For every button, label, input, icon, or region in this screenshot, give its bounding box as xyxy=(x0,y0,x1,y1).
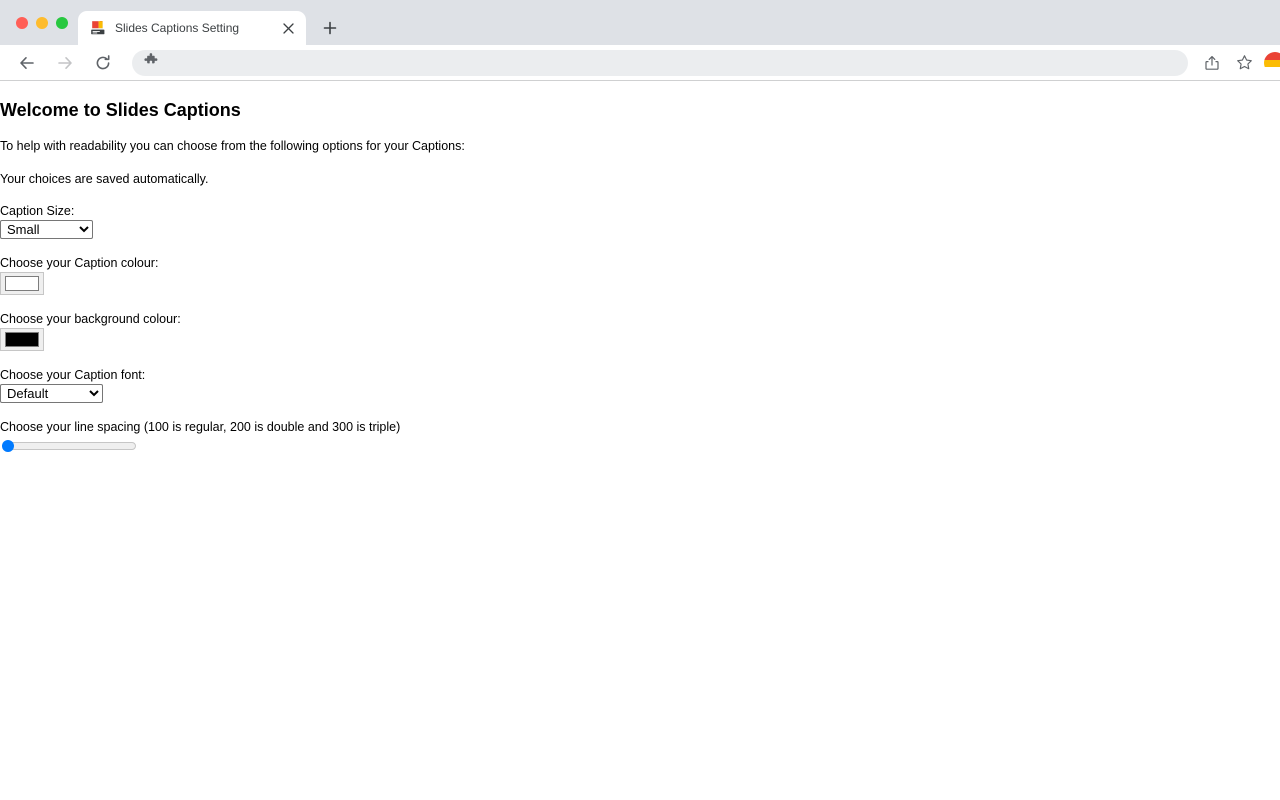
page-title: Welcome to Slides Captions xyxy=(0,100,241,120)
caption-font-select[interactable]: Default Serif Sans Serif Monospace xyxy=(0,384,103,403)
line-spacing-slider-track xyxy=(7,442,136,450)
line-spacing-label: Choose your line spacing (100 is regular… xyxy=(0,420,401,434)
tab-strip: Slides Captions Setting xyxy=(0,0,1280,45)
window-maximize-button[interactable] xyxy=(56,16,68,29)
slides-captions-favicon xyxy=(90,20,106,36)
profile-avatar[interactable] xyxy=(1264,51,1280,74)
puzzle-piece-icon xyxy=(144,53,158,72)
tab-close-icon[interactable] xyxy=(278,18,298,38)
page-content: Welcome to Slides Captions To help with … xyxy=(0,81,1280,800)
tab-title: Slides Captions Setting xyxy=(115,21,240,35)
window-controls xyxy=(0,0,78,45)
caption-font-label: Choose your Caption font: xyxy=(0,368,146,382)
window-close-button[interactable] xyxy=(16,16,28,29)
window-minimize-button[interactable] xyxy=(36,16,48,29)
line-spacing-slider-thumb[interactable] xyxy=(2,440,14,452)
reload-button[interactable] xyxy=(89,49,117,77)
browser-tab[interactable]: Slides Captions Setting xyxy=(78,11,306,45)
browser-toolbar xyxy=(0,45,1280,81)
caption-size-select[interactable]: Small Medium Large xyxy=(0,220,93,239)
bookmark-star-icon[interactable] xyxy=(1231,50,1257,76)
background-colour-label: Choose your background colour: xyxy=(0,312,181,326)
line-spacing-slider[interactable] xyxy=(0,437,136,453)
background-colour-picker[interactable] xyxy=(0,328,44,351)
autosave-note: Your choices are saved automatically. xyxy=(0,172,209,186)
caption-colour-picker[interactable] xyxy=(0,272,44,295)
intro-paragraph: To help with readability you can choose … xyxy=(0,139,465,153)
caption-size-label: Caption Size: xyxy=(0,204,75,218)
address-bar[interactable] xyxy=(132,49,1188,76)
background-colour-swatch xyxy=(5,332,39,347)
share-button[interactable] xyxy=(1199,50,1225,76)
back-button[interactable] xyxy=(13,49,41,77)
page-inner: Welcome to Slides Captions To help with … xyxy=(0,81,1280,461)
caption-colour-swatch xyxy=(5,276,39,291)
forward-button[interactable] xyxy=(51,49,79,77)
new-tab-button[interactable] xyxy=(316,14,344,42)
caption-colour-label: Choose your Caption colour: xyxy=(0,256,159,270)
browser-window: Slides Captions Setting Welcome to Slide… xyxy=(0,0,1280,800)
